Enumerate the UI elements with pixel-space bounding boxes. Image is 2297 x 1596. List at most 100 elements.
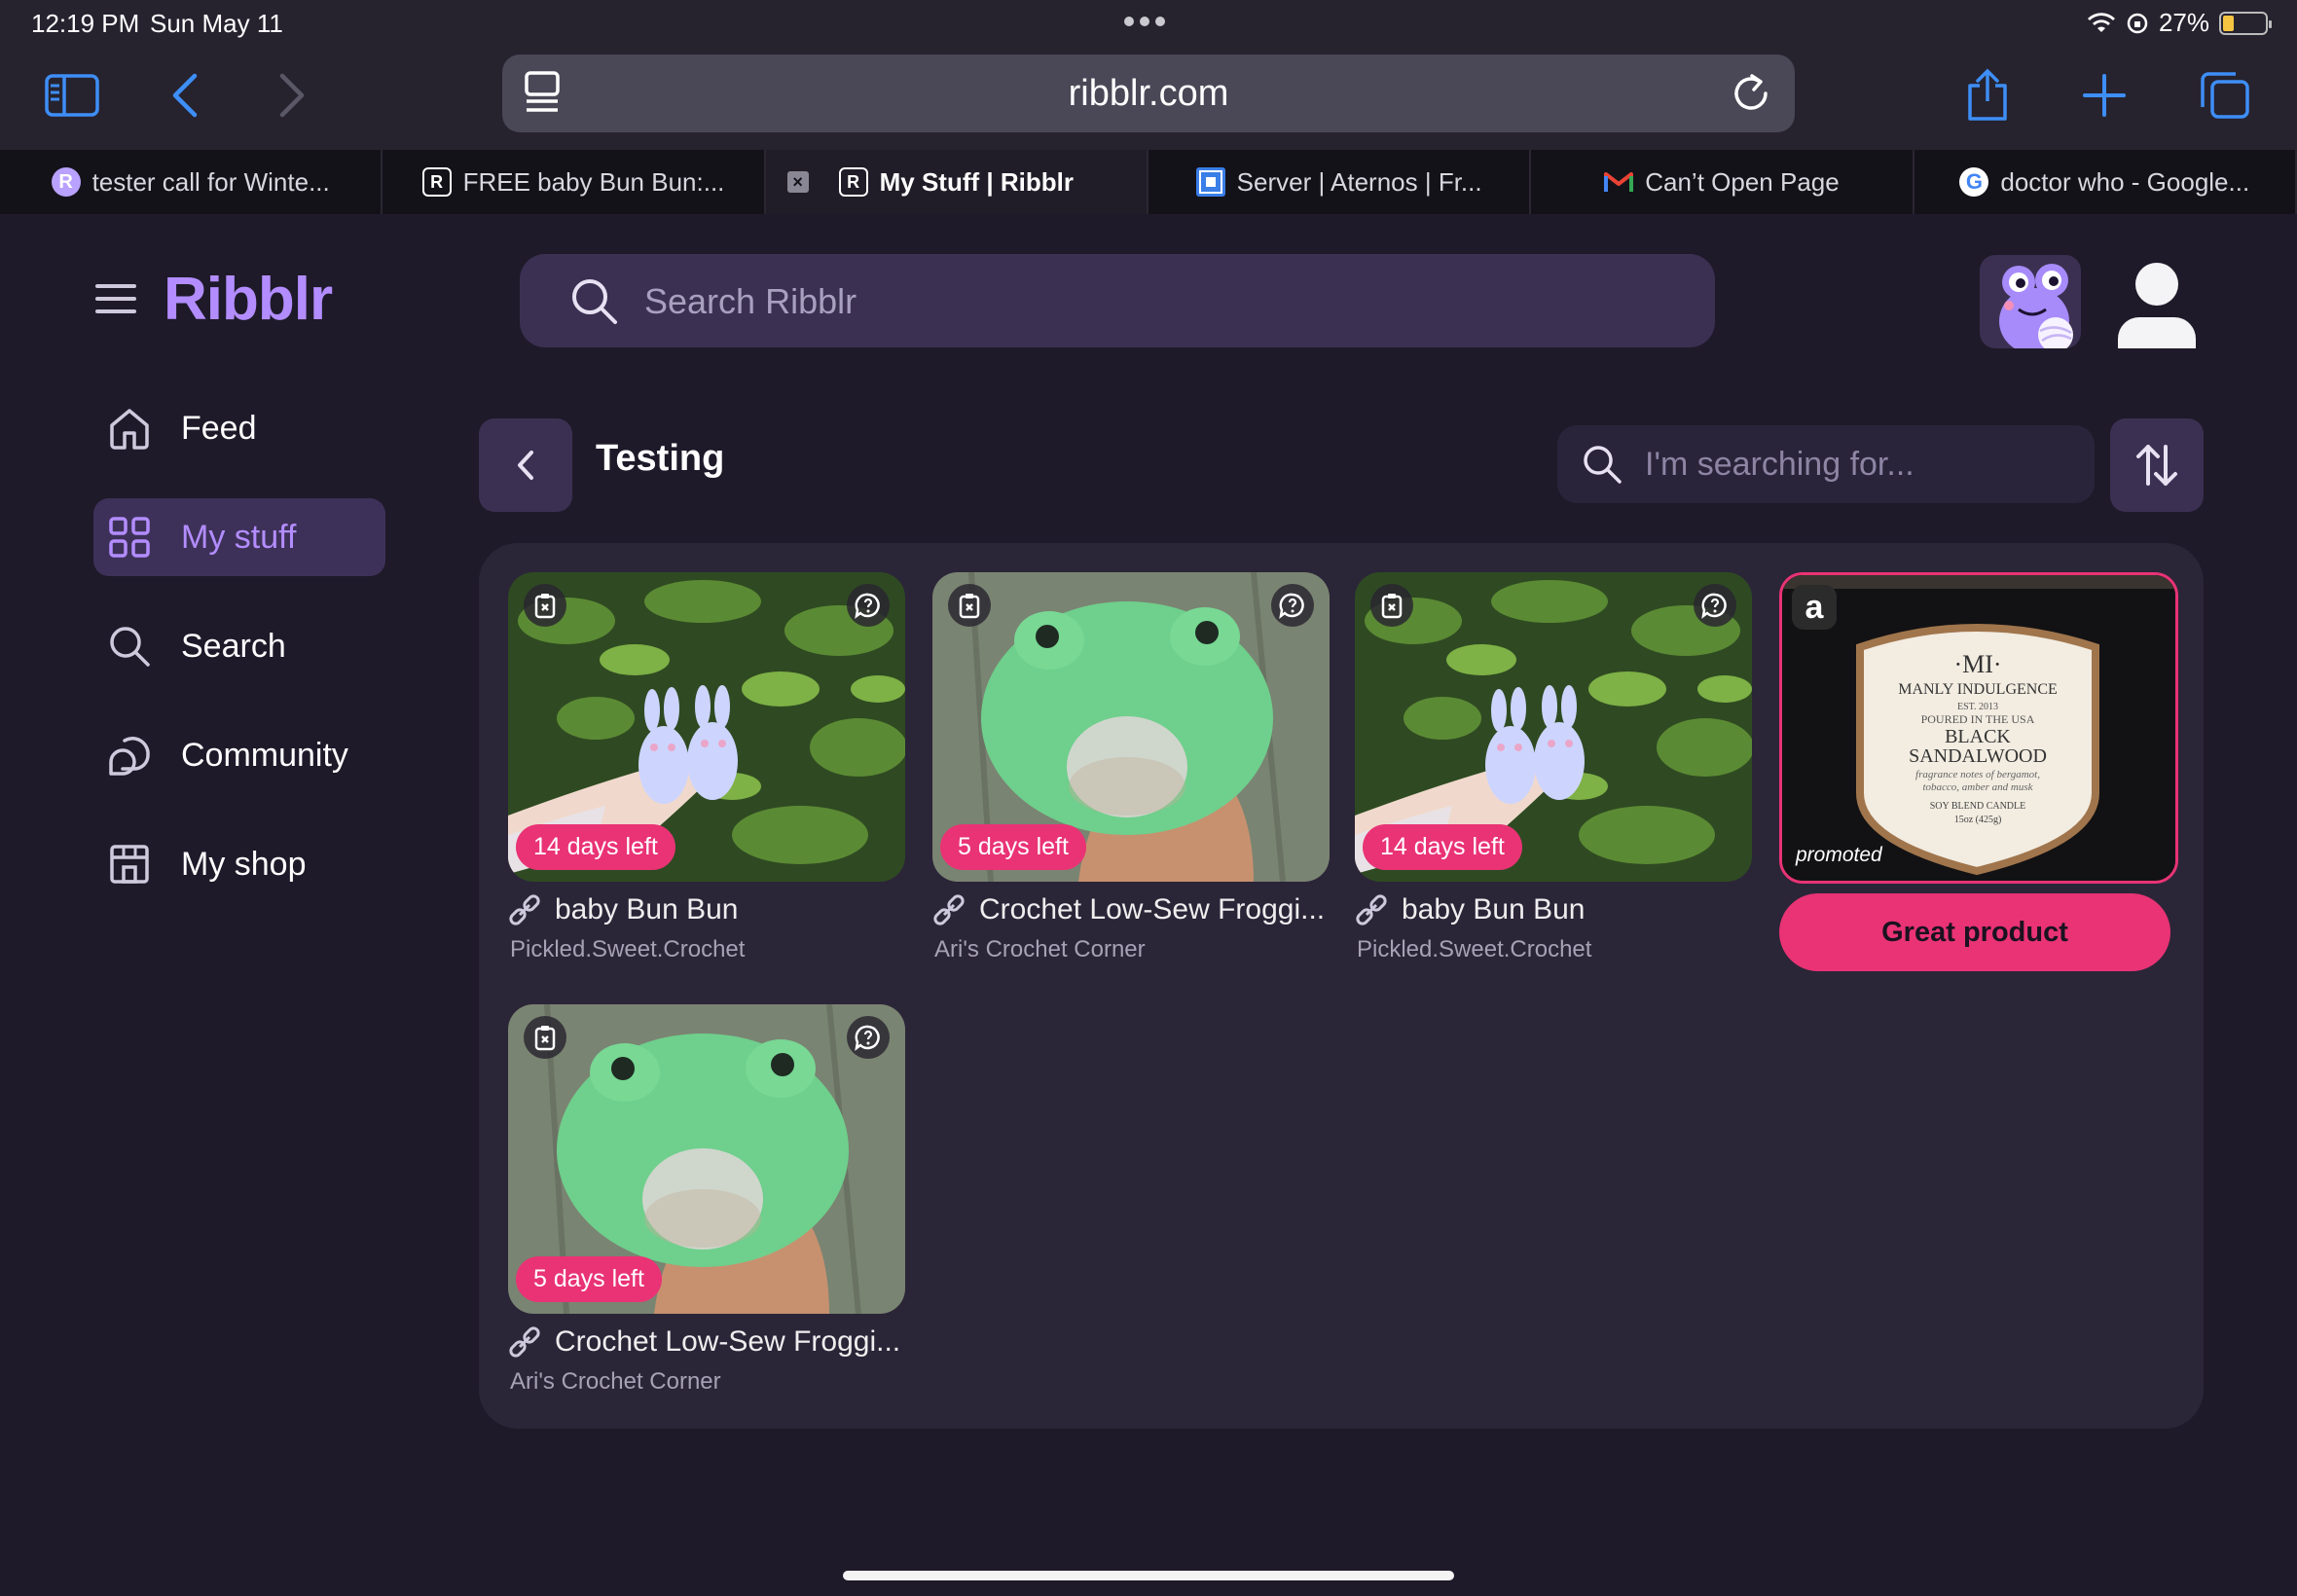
tab-my-stuff[interactable]: × R My Stuff | Ribblr: [765, 150, 1148, 214]
shop-name[interactable]: Pickled.Sweet.Crochet: [1355, 936, 1752, 963]
nav-item-my-shop[interactable]: My shop: [93, 825, 385, 903]
battery-icon: [2219, 11, 2272, 35]
pattern-thumbnail[interactable]: 5 days left: [932, 572, 1330, 882]
pattern-thumbnail[interactable]: 14 days left: [508, 572, 905, 882]
nav-item-community[interactable]: Community: [93, 716, 385, 794]
remove-clipboard-icon[interactable]: [524, 584, 566, 627]
tab-tester-call[interactable]: R tester call for Winte...: [0, 150, 383, 214]
google-favicon-icon: G: [1959, 167, 1989, 197]
browser-toolbar: ribblr.com: [0, 49, 2297, 150]
folder-search-input[interactable]: I'm searching for...: [1557, 425, 2095, 503]
tab-aternos[interactable]: Server | Aternos | Fr...: [1148, 150, 1532, 214]
gmail-favicon-icon: [1604, 167, 1634, 197]
pattern-title-row[interactable]: Crochet Low-Sew Froggi...: [508, 1325, 905, 1359]
pattern-card[interactable]: 5 days left Crochet Low-Sew Froggi... Ar…: [508, 1004, 905, 1396]
sidebar-toggle-icon[interactable]: [43, 66, 101, 125]
sort-button[interactable]: [2110, 418, 2204, 512]
ribblr-favicon-icon: R: [51, 167, 81, 197]
remove-clipboard-icon[interactable]: [948, 584, 991, 627]
back-arrow-icon[interactable]: [156, 66, 214, 125]
days-left-badge: 5 days left: [516, 1256, 662, 1302]
folder-back-button[interactable]: [479, 418, 572, 512]
grid-icon: [109, 517, 150, 558]
link-icon: [509, 1326, 540, 1358]
ribblr-page: Ribblr Search Ribblr Feed My stuff Searc…: [0, 214, 2297, 1596]
aternos-favicon-icon: [1195, 167, 1225, 197]
question-chat-icon[interactable]: [1694, 584, 1736, 627]
nav-item-my-stuff[interactable]: My stuff: [93, 498, 385, 576]
nav-label: My stuff: [181, 518, 297, 556]
pattern-card[interactable]: 5 days left Crochet Low-Sew Froggi... Ar…: [932, 572, 1330, 963]
battery-percent: 27%: [2158, 8, 2209, 37]
pattern-thumbnail[interactable]: 5 days left: [508, 1004, 905, 1314]
tab-doctor-who[interactable]: G doctor who - Google...: [1914, 150, 2297, 214]
nav-label: Community: [181, 736, 348, 774]
candle-label-mi: ·MI·: [1953, 650, 2001, 678]
home-icon: [110, 409, 149, 450]
site-search-input[interactable]: Search Ribblr: [520, 254, 1715, 347]
nav-item-search[interactable]: Search: [93, 607, 385, 685]
close-tab-icon[interactable]: ×: [786, 171, 809, 193]
promoted-thumbnail[interactable]: ·MI· MANLY INDULGENCE EST. 2013 POURED I…: [1779, 572, 2178, 884]
address-bar[interactable]: ribblr.com: [502, 54, 1795, 132]
pattern-title: Crochet Low-Sew Froggi...: [555, 1325, 901, 1358]
status-date: Sun May 11: [150, 9, 283, 38]
new-tab-icon[interactable]: [2075, 66, 2133, 125]
home-indicator[interactable]: [843, 1571, 1454, 1580]
multitasking-dots[interactable]: [1124, 17, 1165, 26]
pattern-card[interactable]: 14 days left baby Bun Bun Pickled.Sweet.…: [1355, 572, 1752, 963]
reload-icon[interactable]: [1731, 70, 1773, 115]
link-icon: [1356, 894, 1387, 925]
pattern-title-row[interactable]: baby Bun Bun: [508, 893, 905, 926]
status-time: 12:19 PM: [31, 9, 140, 38]
question-chat-icon[interactable]: [847, 1016, 890, 1059]
status-right: 27%: [2087, 8, 2272, 38]
frog-mascot-icon[interactable]: [1980, 255, 2081, 348]
great-product-button[interactable]: Great product: [1779, 893, 2170, 971]
candle-label-type: SOY BLEND CANDLE: [1930, 801, 2026, 812]
candle-label-notes-1: fragrance notes of bergamot,: [1915, 769, 2040, 780]
user-avatar-icon[interactable]: [2116, 259, 2198, 348]
shop-name[interactable]: Ari's Crochet Corner: [508, 1368, 905, 1396]
candle-label-weight: 15oz (425g): [1954, 815, 2002, 825]
days-left-badge: 14 days left: [516, 824, 675, 870]
promoted-card[interactable]: ·MI· MANLY INDULGENCE EST. 2013 POURED I…: [1779, 572, 2178, 971]
tab-cant-open[interactable]: Can’t Open Page: [1531, 150, 1914, 214]
shop-name[interactable]: Ari's Crochet Corner: [932, 936, 1330, 963]
chat-icon: [109, 737, 150, 776]
sort-arrows-icon: [2136, 445, 2177, 486]
forward-arrow-icon[interactable]: [263, 66, 321, 125]
pattern-thumbnail[interactable]: 14 days left: [1355, 572, 1752, 882]
search-icon: [1584, 446, 1622, 484]
share-icon[interactable]: [1958, 66, 2017, 125]
nav-label: Feed: [181, 409, 257, 447]
status-bar: 12:19 PM Sun May 11 27%: [0, 0, 2297, 49]
nav-label: Search: [181, 627, 286, 665]
search-icon: [572, 279, 617, 324]
amazon-icon: a: [1792, 585, 1837, 630]
folder-title: Testing: [596, 438, 725, 479]
remove-clipboard-icon[interactable]: [524, 1016, 566, 1059]
pattern-card[interactable]: 14 days left baby Bun Bun Pickled.Sweet.…: [508, 572, 905, 963]
question-chat-icon[interactable]: [847, 584, 890, 627]
items-panel: 14 days left baby Bun Bun Pickled.Sweet.…: [479, 543, 2204, 1429]
pattern-title: baby Bun Bun: [1402, 893, 1586, 925]
tab-label: doctor who - Google...: [2000, 166, 2250, 197]
remove-clipboard-icon[interactable]: [1370, 584, 1413, 627]
pattern-title-row[interactable]: baby Bun Bun: [1355, 893, 1752, 926]
shop-name[interactable]: Pickled.Sweet.Crochet: [508, 936, 905, 963]
nav-item-feed[interactable]: Feed: [93, 389, 385, 467]
sidebar-nav: Feed My stuff Search Community My shop: [93, 389, 385, 934]
link-icon: [509, 894, 540, 925]
tabs-overview-icon[interactable]: [2196, 66, 2254, 125]
pattern-title: baby Bun Bun: [555, 893, 739, 925]
question-chat-icon[interactable]: [1271, 584, 1314, 627]
ribblr-logo[interactable]: Ribblr: [164, 265, 333, 334]
candle-label-name-1: BLACK: [1945, 726, 2011, 747]
menu-icon[interactable]: [95, 284, 136, 322]
tab-free-baby-bun[interactable]: R FREE baby Bun Bun:...: [383, 150, 766, 214]
search-placeholder: Search Ribblr: [644, 281, 857, 321]
pattern-title-row[interactable]: Crochet Low-Sew Froggi...: [932, 893, 1330, 926]
tab-label: tester call for Winte...: [91, 166, 330, 197]
ribblr-favicon-icon: R: [838, 167, 868, 197]
